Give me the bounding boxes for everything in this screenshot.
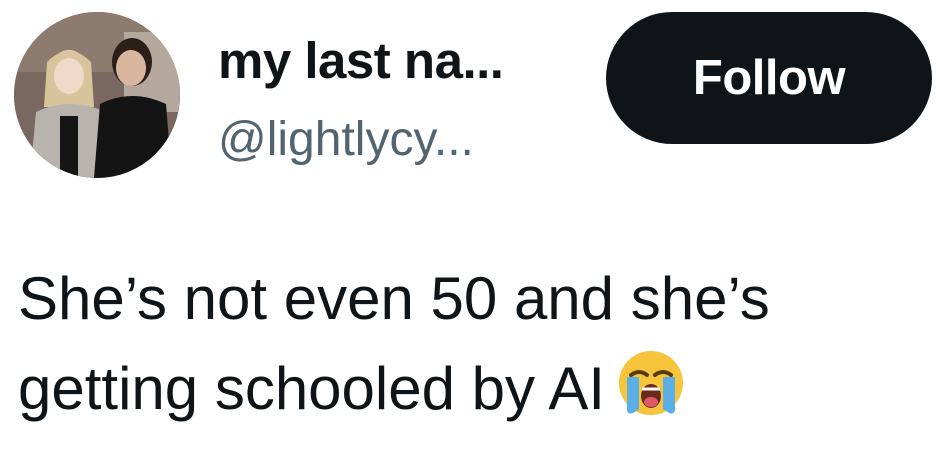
tweet-text: She’s not even 50 and she’s getting scho… bbox=[18, 254, 938, 434]
loudly-crying-face-icon bbox=[615, 347, 687, 419]
tweet-line-1: She’s not even 50 and she’s bbox=[18, 265, 770, 332]
tweet-line-2: getting schooled by AI bbox=[18, 344, 938, 434]
user-handle[interactable]: @lightlycy... bbox=[218, 112, 474, 168]
follow-button[interactable]: Follow bbox=[606, 12, 932, 144]
tweet-line-2-text: getting schooled by AI bbox=[18, 355, 606, 422]
avatar-photo bbox=[14, 12, 180, 178]
avatar[interactable] bbox=[14, 12, 180, 178]
display-name[interactable]: my last na... bbox=[218, 32, 504, 90]
